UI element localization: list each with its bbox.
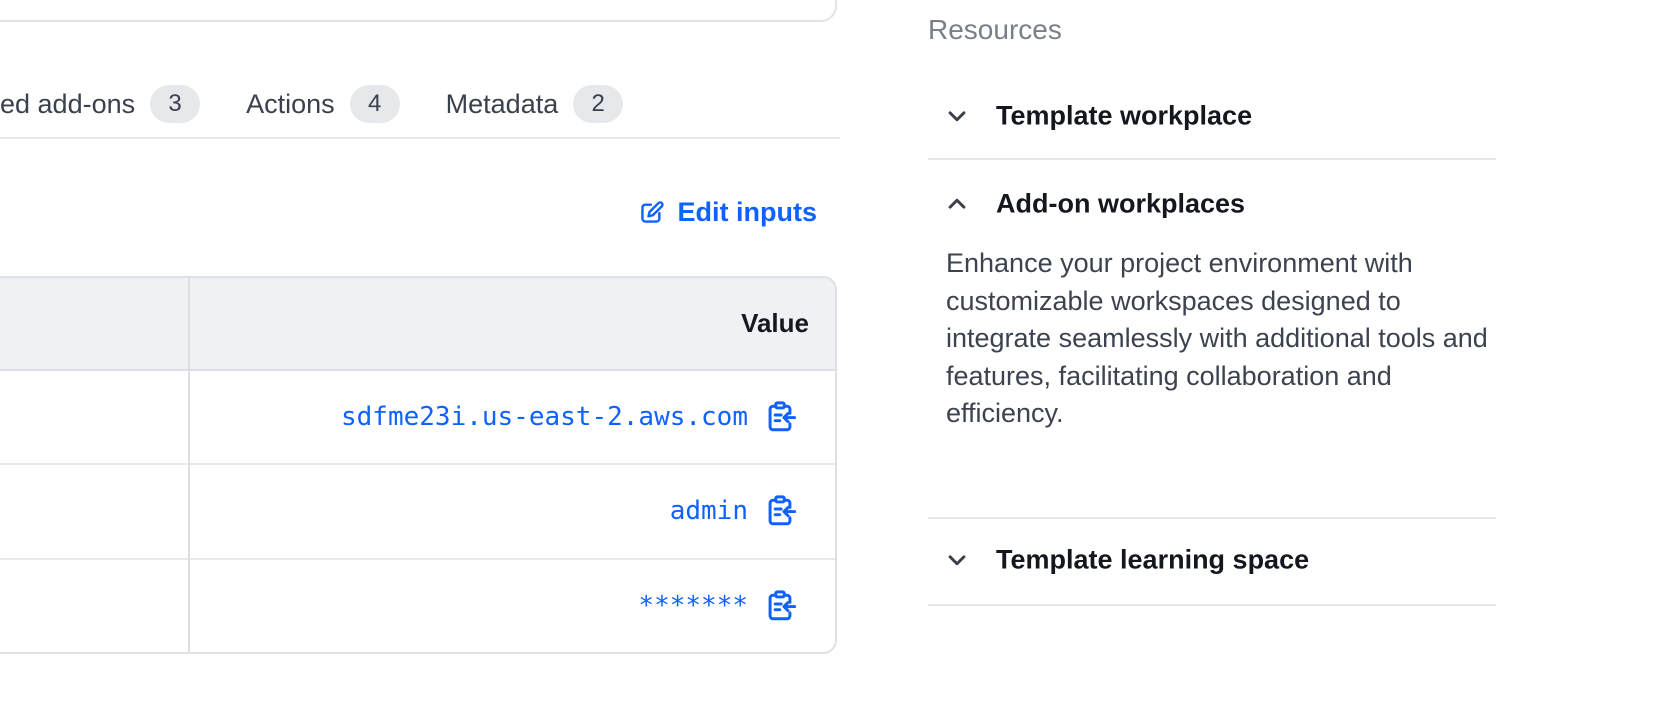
edit-inputs-button[interactable]: Edit inputs: [637, 197, 817, 228]
value-column-header: Value: [741, 308, 809, 339]
accordion-template-workplace[interactable]: Template workplace: [928, 94, 1496, 138]
clipboard-copy-icon: [763, 493, 797, 529]
tab-count-badge: 4: [350, 85, 400, 123]
tab-metadata[interactable]: Metadata 2: [446, 85, 624, 123]
inputs-table: Value sdfme23i.us-east-2.aws.com admin: [0, 276, 837, 654]
tab-count-badge: 2: [573, 85, 623, 123]
table-row: sdfme23i.us-east-2.aws.com: [0, 371, 835, 465]
clipboard-copy-icon: [763, 399, 797, 435]
chevron-up-icon: [942, 189, 972, 219]
clipboard-copy-icon: [763, 588, 797, 624]
resources-panel-title: Resources: [928, 14, 1062, 46]
tab-count-badge: 3: [150, 85, 200, 123]
chevron-down-icon: [942, 101, 972, 131]
input-value-host: sdfme23i.us-east-2.aws.com: [341, 402, 748, 432]
table-header-row: Value: [0, 278, 835, 371]
accordion-template-learning-space[interactable]: Template learning space: [928, 538, 1496, 582]
tab-label: Actions: [246, 89, 335, 120]
edit-inputs-label: Edit inputs: [678, 197, 817, 228]
copy-value-button[interactable]: [763, 399, 797, 435]
table-column-divider: [188, 278, 190, 652]
tab-bar: ed add-ons 3 Actions 4 Metadata 2: [0, 82, 623, 126]
tab-bar-divider: [0, 137, 840, 139]
table-row: admin: [0, 465, 835, 559]
accordion-label: Template workplace: [996, 101, 1252, 132]
tab-label: Metadata: [446, 89, 559, 120]
copy-value-button[interactable]: [763, 588, 797, 624]
accordion-add-on-workplaces[interactable]: Add-on workplaces: [928, 182, 1496, 226]
resources-panel: Resources Template workplace Add-on work…: [928, 0, 1496, 728]
accordion-label: Template learning space: [996, 545, 1309, 576]
tab-installed-add-ons[interactable]: ed add-ons 3: [0, 85, 200, 123]
chevron-down-icon: [942, 545, 972, 575]
tab-actions[interactable]: Actions 4: [246, 85, 400, 123]
edit-pencil-icon: [637, 198, 666, 227]
panel-divider: [928, 158, 1496, 160]
previous-card-bottom: [0, 0, 837, 22]
accordion-label: Add-on workplaces: [996, 189, 1245, 220]
panel-divider: [928, 604, 1496, 606]
panel-divider: [928, 517, 1496, 519]
tab-label: ed add-ons: [0, 89, 135, 120]
table-row: *******: [0, 560, 835, 652]
input-value-username: admin: [670, 496, 748, 526]
input-value-password-masked: *******: [638, 591, 748, 621]
copy-value-button[interactable]: [763, 493, 797, 529]
accordion-description: Enhance your project environment with cu…: [946, 245, 1502, 433]
